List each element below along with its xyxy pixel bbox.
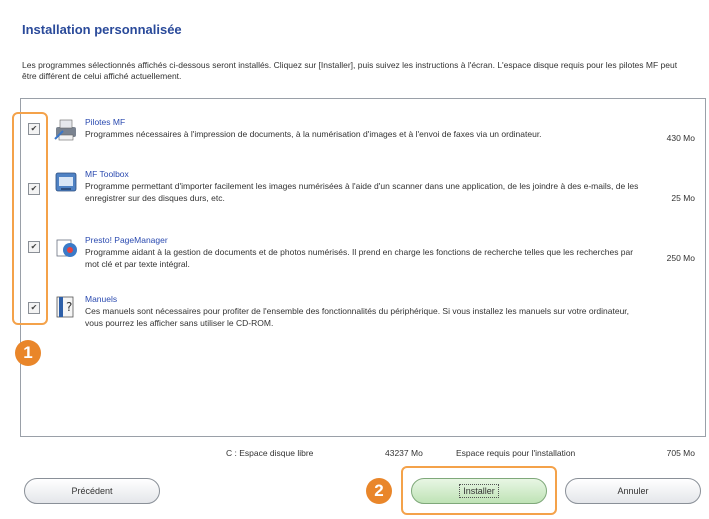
required-space-value: 705 Mo <box>666 448 695 458</box>
printer-driver-icon <box>54 119 76 141</box>
item-description: Programmes nécessaires à l'impression de… <box>85 129 542 139</box>
program-list[interactable]: ✔ Pilotes MF Programmes nécessaires à l'… <box>20 98 706 437</box>
page-title: Installation personnalisée <box>22 22 182 37</box>
item-description: Programme aidant à la gestion de documen… <box>85 247 634 269</box>
item-description: Ces manuels sont nécessaires pour profit… <box>85 306 630 328</box>
manuals-icon: ? <box>56 296 74 318</box>
previous-button[interactable]: Précédent <box>24 478 160 504</box>
item-name: Pilotes MF <box>85 117 126 127</box>
item-size: 430 Mo <box>666 133 695 143</box>
svg-text:?: ? <box>66 300 72 314</box>
free-space-label: C : Espace disque libre <box>226 448 314 458</box>
intro-text: Les programmes sélectionnés affichés ci-… <box>22 60 678 81</box>
required-space-label: Espace requis pour l'installation <box>456 448 576 458</box>
free-space-value: 43237 Mo <box>385 448 423 458</box>
item-size: 250 Mo <box>666 253 695 263</box>
item-description: Programme permettant d'importer facileme… <box>85 181 639 203</box>
item-name: Presto! PageManager <box>85 235 168 245</box>
callout-badge-1: 1 <box>15 340 41 366</box>
item-name: Manuels <box>85 294 118 304</box>
install-button[interactable]: Installer <box>411 478 547 504</box>
checkbox-highlight <box>12 112 48 325</box>
item-name: MF Toolbox <box>85 169 129 179</box>
callout-badge-2: 2 <box>366 478 392 504</box>
pagemanager-icon <box>56 239 77 257</box>
toolbox-icon <box>55 172 77 192</box>
install-button-label: Installer <box>459 484 499 498</box>
cancel-button[interactable]: Annuler <box>565 478 701 504</box>
item-size: 25 Mo <box>671 193 695 203</box>
